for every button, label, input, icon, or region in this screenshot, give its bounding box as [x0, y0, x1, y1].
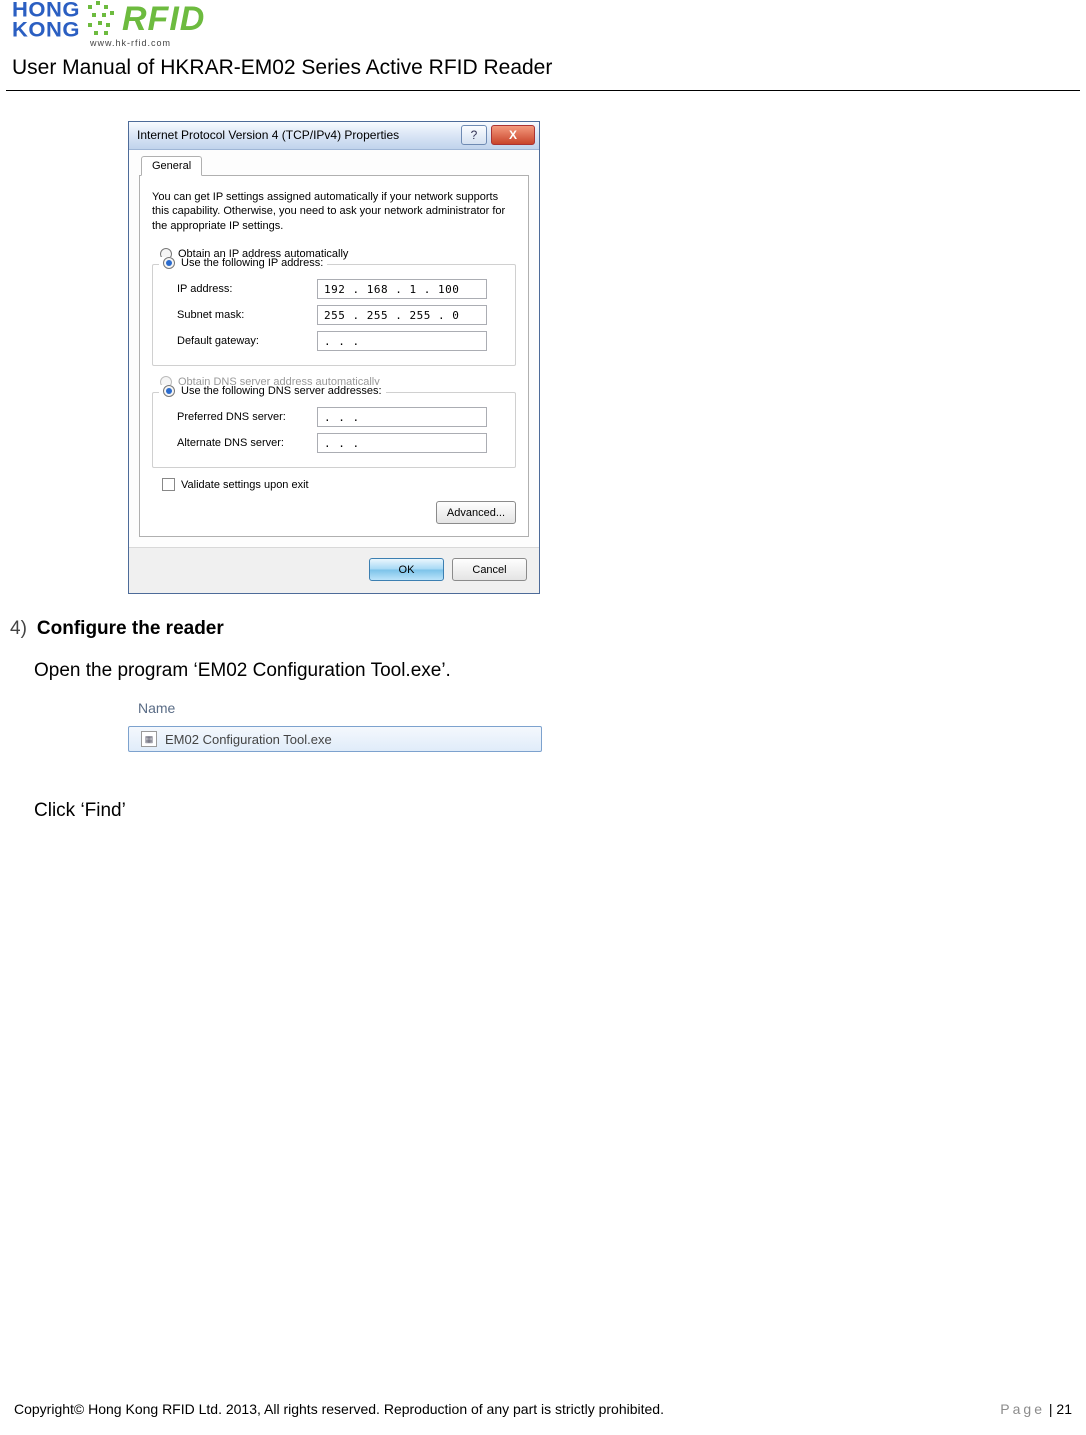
- footer-copyright: Copyright© Hong Kong RFID Ltd. 2013, All…: [14, 1401, 664, 1417]
- step-heading: 4) Configure the reader: [10, 618, 1086, 640]
- input-subnet-mask[interactable]: 255 . 255 . 255 . 0: [317, 305, 487, 325]
- step-title: Configure the reader: [37, 618, 224, 640]
- ipv4-properties-dialog: Internet Protocol Version 4 (TCP/IPv4) P…: [128, 121, 540, 595]
- explorer-file-row[interactable]: ▦ EM02 Configuration Tool.exe: [128, 726, 542, 752]
- checkbox-icon: [162, 478, 175, 491]
- input-ip-address[interactable]: 192 . 168 . 1 . 100: [317, 279, 487, 299]
- dialog-titlebar: Internet Protocol Version 4 (TCP/IPv4) P…: [129, 122, 539, 150]
- label-preferred-dns: Preferred DNS server:: [177, 411, 317, 423]
- input-preferred-dns[interactable]: . . .: [317, 407, 487, 427]
- dns-fieldset: Use the following DNS server addresses: …: [152, 392, 516, 468]
- application-icon: ▦: [141, 731, 157, 747]
- radio-use-ip[interactable]: Use the following IP address:: [163, 257, 323, 269]
- radio-use-dns[interactable]: Use the following DNS server addresses:: [163, 385, 382, 397]
- dialog-title: Internet Protocol Version 4 (TCP/IPv4) P…: [137, 128, 461, 142]
- step-text-open-program: Open the program ‘EM02 Configuration Too…: [34, 660, 1086, 682]
- logo-header: HONG KONG RFID www.hk-rfid.com: [0, 0, 1086, 50]
- input-default-gateway[interactable]: . . .: [317, 331, 487, 351]
- checkbox-validate-on-exit[interactable]: Validate settings upon exit: [162, 478, 516, 491]
- document-title: User Manual of HKRAR-EM02 Series Active …: [0, 50, 1086, 90]
- tab-strip: General: [139, 154, 529, 176]
- advanced-button[interactable]: Advanced...: [436, 501, 516, 524]
- rfid-logo-text: RFID: [122, 0, 205, 39]
- dialog-description: You can get IP settings assigned automat…: [152, 190, 516, 235]
- header-divider: [6, 90, 1080, 91]
- ip-fieldset: Use the following IP address: IP address…: [152, 264, 516, 366]
- page-footer: Copyright© Hong Kong RFID Ltd. 2013, All…: [0, 1401, 1086, 1417]
- footer-page: Page | 21: [1000, 1401, 1072, 1417]
- step-text-click-find: Click ‘Find’: [34, 800, 1086, 822]
- explorer-filename: EM02 Configuration Tool.exe: [165, 732, 332, 747]
- explorer-column-header: Name: [120, 694, 550, 724]
- label-alternate-dns: Alternate DNS server:: [177, 437, 317, 449]
- explorer-snippet: Name ▦ EM02 Configuration Tool.exe: [120, 694, 550, 782]
- logo-url: www.hk-rfid.com: [90, 38, 1074, 48]
- label-subnet-mask: Subnet mask:: [177, 309, 317, 321]
- label-default-gateway: Default gateway:: [177, 335, 317, 347]
- tab-general[interactable]: General: [141, 156, 202, 176]
- help-icon[interactable]: ?: [461, 125, 487, 145]
- input-alternate-dns[interactable]: . . .: [317, 433, 487, 453]
- step-number: 4): [10, 618, 27, 640]
- hk-logo-text: HONG KONG: [12, 0, 80, 40]
- cancel-button[interactable]: Cancel: [452, 558, 527, 581]
- ok-button[interactable]: OK: [369, 558, 444, 581]
- dialog-footer: OK Cancel: [129, 547, 539, 593]
- label-ip-address: IP address:: [177, 283, 317, 295]
- close-icon[interactable]: X: [491, 125, 535, 145]
- rfid-decoration-icon: [86, 1, 116, 39]
